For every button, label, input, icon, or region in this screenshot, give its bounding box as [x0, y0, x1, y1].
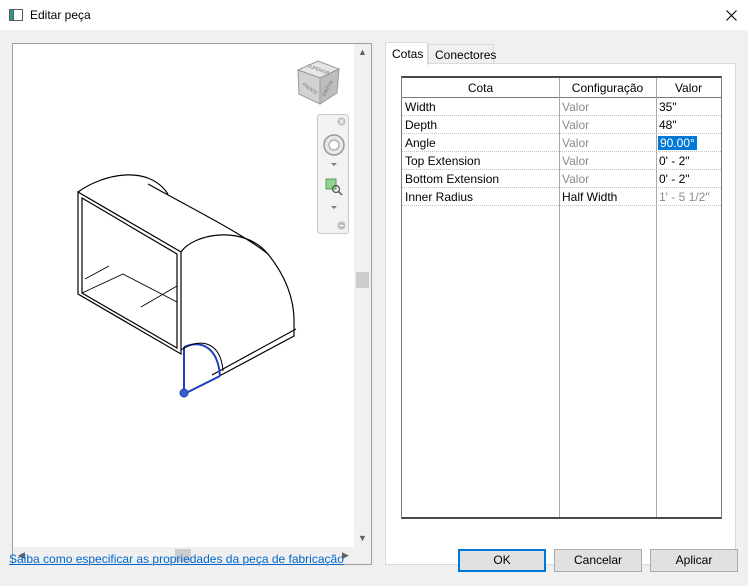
tab-panel-cotas: Cota Configuração Valor Width Valor 35" …	[385, 63, 736, 565]
table-row[interactable]: Bottom Extension Valor 0' - 2"	[402, 170, 721, 188]
row-value[interactable]: 1' - 5 1/2"	[656, 188, 721, 206]
row-value[interactable]: 35"	[656, 98, 721, 116]
row-config[interactable]: Valor	[559, 116, 656, 134]
duct-elbow-model[interactable]	[13, 44, 354, 547]
header-cota[interactable]: Cota	[402, 78, 559, 98]
header-valor[interactable]: Valor	[656, 78, 721, 98]
table-row[interactable]: Depth Valor 48"	[402, 116, 721, 134]
table-row[interactable]: Width Valor 35"	[402, 98, 721, 116]
table-row[interactable]: Inner Radius Half Width 1' - 5 1/2"	[402, 188, 721, 206]
dialog-body: SUPERIOR FRENTE DIREITA ▲ ▼ ◀ ▶ Cotas Co…	[0, 30, 748, 586]
navbar-close-icon[interactable]	[337, 117, 346, 126]
close-icon	[725, 9, 737, 21]
chevron-down-icon[interactable]	[330, 162, 338, 168]
grid-header: Cota Configuração Valor	[402, 78, 721, 98]
row-value[interactable]: 0' - 2"	[656, 152, 721, 170]
scroll-down-icon[interactable]: ▼	[354, 530, 371, 547]
vertical-scrollbar[interactable]: ▲ ▼	[354, 44, 371, 547]
zoom-region-icon[interactable]	[325, 178, 343, 196]
row-value-editing[interactable]: 90.00°	[656, 134, 721, 152]
tab-cotas[interactable]: Cotas	[385, 42, 428, 65]
row-name: Width	[405, 100, 436, 114]
row-config[interactable]: Valor	[559, 134, 656, 152]
vertical-scroll-thumb[interactable]	[356, 272, 369, 288]
row-name: Inner Radius	[405, 190, 474, 204]
steering-wheel-icon[interactable]	[322, 133, 346, 157]
help-link[interactable]: Saiba como especificar as propriedades d…	[9, 552, 344, 566]
ok-button[interactable]: OK	[458, 549, 546, 572]
tab-conectores[interactable]: Conectores	[428, 44, 496, 65]
row-name: Depth	[405, 118, 438, 132]
selected-value-text[interactable]: 90.00°	[658, 136, 697, 150]
chevron-down-icon[interactable]	[330, 205, 338, 211]
row-config[interactable]: Valor	[559, 98, 656, 116]
row-config[interactable]: Valor	[559, 152, 656, 170]
connector-point-icon[interactable]	[179, 388, 189, 398]
window-title: Editar peça	[30, 8, 91, 22]
header-configuracao[interactable]: Configuração	[559, 78, 656, 98]
row-value[interactable]: 48"	[656, 116, 721, 134]
app-icon	[9, 9, 23, 21]
row-name: Bottom Extension	[405, 172, 500, 186]
apply-button[interactable]: Aplicar	[650, 549, 738, 572]
row-name: Angle	[405, 136, 436, 150]
viewcube-icon[interactable]: SUPERIOR FRENTE DIREITA	[293, 58, 343, 108]
title-bar: Editar peça	[0, 0, 748, 30]
row-name: Top Extension	[405, 154, 481, 168]
navigation-bar	[317, 114, 349, 234]
close-button[interactable]	[714, 0, 748, 30]
dimensions-grid: Cota Configuração Valor Width Valor 35" …	[401, 76, 722, 519]
row-config[interactable]: Valor	[559, 170, 656, 188]
navbar-options-icon[interactable]	[337, 221, 346, 230]
cancel-button[interactable]: Cancelar	[554, 549, 642, 572]
table-row[interactable]: Angle Valor 90.00°	[402, 134, 721, 152]
scroll-corner	[354, 547, 371, 564]
row-value[interactable]: 0' - 2"	[656, 170, 721, 188]
table-row[interactable]: Top Extension Valor 0' - 2"	[402, 152, 721, 170]
row-config[interactable]: Half Width	[559, 188, 656, 206]
scroll-up-icon[interactable]: ▲	[354, 44, 371, 61]
model-viewport[interactable]: SUPERIOR FRENTE DIREITA ▲ ▼ ◀ ▶	[12, 43, 372, 565]
